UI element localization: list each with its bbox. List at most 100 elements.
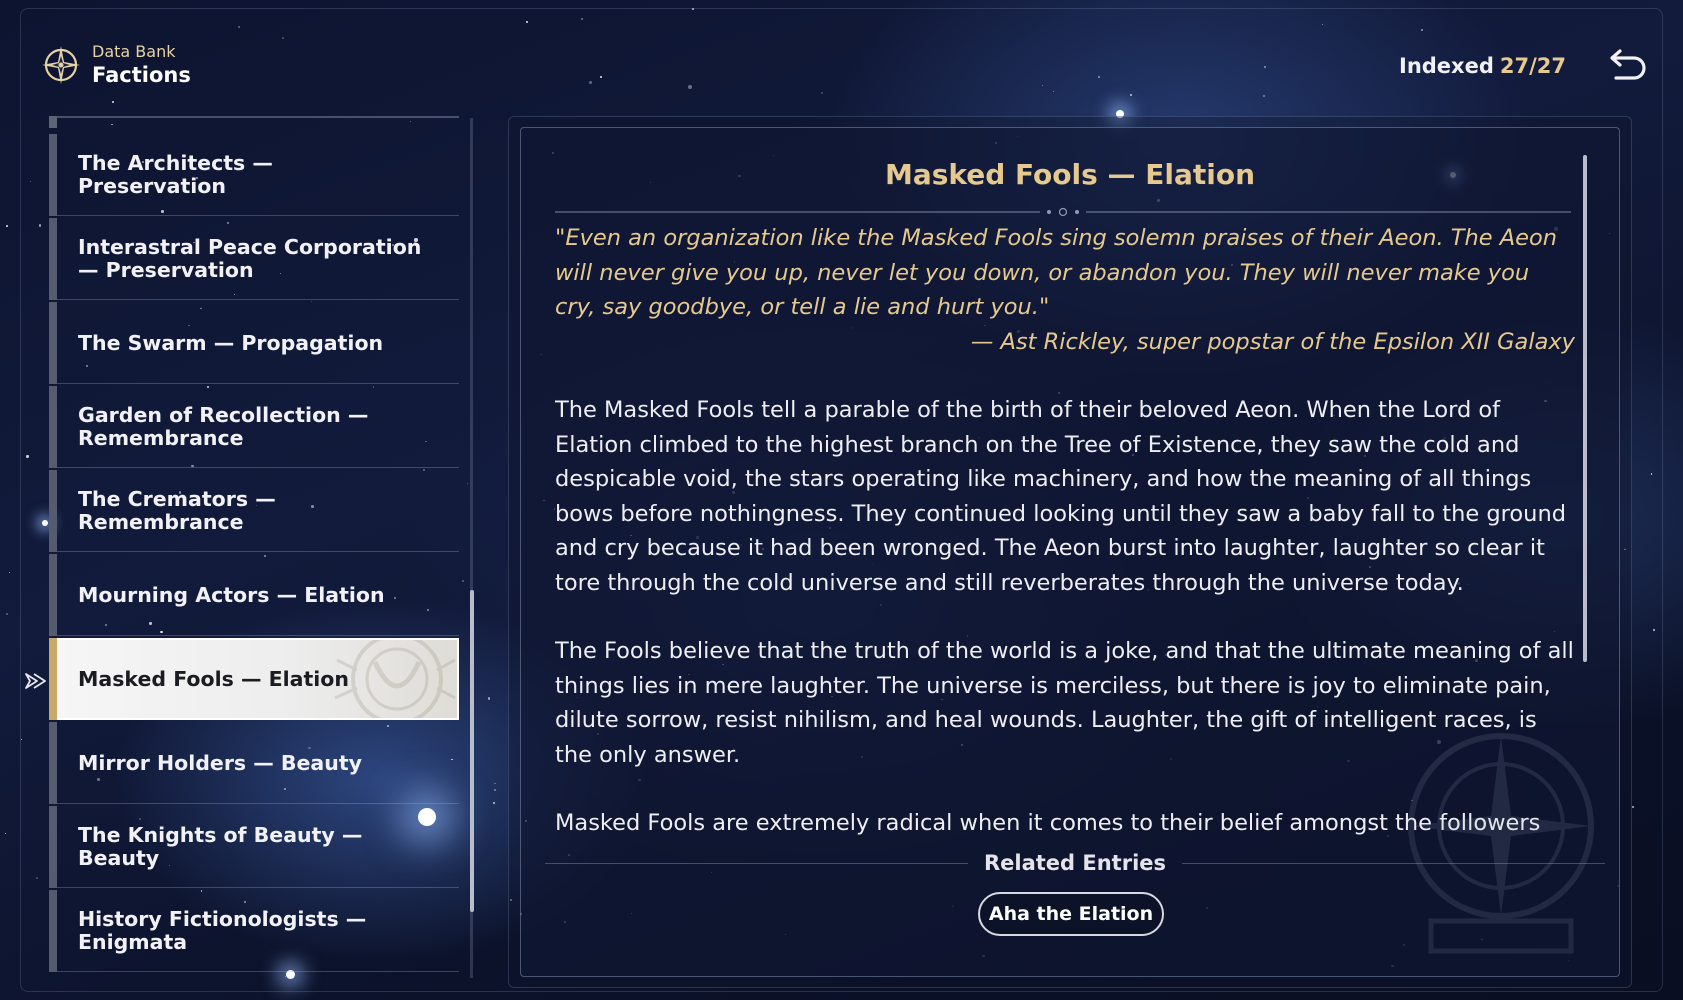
star bbox=[820, 92, 823, 95]
list-item-swarm[interactable]: The Swarm — Propagation bbox=[49, 302, 459, 384]
list-item-label: Mirror Holders — Beauty bbox=[78, 750, 363, 775]
faction-list[interactable]: The Architects — Preservation Interastra… bbox=[49, 116, 459, 978]
list-item-label: The Knights of Beauty — Beauty bbox=[78, 823, 363, 870]
header-subtitle: Data Bank bbox=[92, 42, 176, 61]
detail-quote: "Even an organization like the Masked Fo… bbox=[555, 225, 1558, 320]
list-scrollbar-thumb[interactable] bbox=[470, 590, 474, 912]
star bbox=[493, 801, 496, 804]
list-item-label: Garden of Recollection — Remembrance bbox=[78, 403, 369, 450]
list-item-knights-of-beauty[interactable]: The Knights of Beauty — Beauty bbox=[49, 806, 459, 888]
star bbox=[1653, 628, 1655, 631]
divider bbox=[1182, 862, 1606, 864]
detail-title: Masked Fools — Elation bbox=[884, 158, 1256, 191]
return-arrow-icon[interactable] bbox=[1606, 48, 1648, 88]
star bbox=[21, 738, 23, 741]
star bbox=[494, 782, 496, 784]
item-marker bbox=[49, 386, 57, 468]
compass-star-icon bbox=[42, 46, 80, 84]
list-item-architects[interactable]: The Architects — Preservation bbox=[49, 134, 459, 216]
divider bbox=[57, 215, 459, 216]
list-item-mourning-actors[interactable]: Mourning Actors — Elation bbox=[49, 554, 459, 636]
star bbox=[525, 21, 528, 24]
star bbox=[5, 225, 8, 227]
list-item-garden-of-recollection[interactable]: Garden of Recollection — Remembrance bbox=[49, 386, 459, 468]
star bbox=[692, 8, 695, 11]
divider bbox=[57, 887, 459, 888]
star bbox=[6, 613, 8, 616]
divider bbox=[57, 467, 459, 468]
detail-panel: Masked Fools — Elation "Even an organiza… bbox=[520, 127, 1620, 977]
list-item-interastral-peace-corporation[interactable]: Interastral Peace Corporation — Preserva… bbox=[49, 218, 459, 300]
list-item-mirror-holders[interactable]: Mirror Holders — Beauty bbox=[49, 722, 459, 804]
star bbox=[4, 833, 7, 835]
indexed-label: Indexed bbox=[1399, 54, 1494, 78]
item-marker bbox=[49, 302, 57, 384]
star bbox=[30, 180, 32, 182]
detail-paragraph: The Masked Fools tell a parable of the b… bbox=[555, 397, 1566, 596]
list-top-cap bbox=[49, 116, 459, 128]
page-title: Factions bbox=[92, 63, 191, 87]
selection-arrow-icon bbox=[25, 673, 46, 689]
star bbox=[1052, 90, 1055, 93]
list-item-label: The Architects — Preservation bbox=[78, 151, 273, 198]
list-item-cremators[interactable]: The Cremators — Remembrance bbox=[49, 470, 459, 552]
item-marker bbox=[49, 722, 57, 804]
divider bbox=[57, 299, 459, 300]
ornamental-divider bbox=[555, 207, 1571, 217]
star bbox=[461, 579, 464, 582]
star bbox=[588, 80, 592, 84]
indexed-counter: Indexed 27/27 bbox=[1399, 54, 1566, 78]
star bbox=[1421, 28, 1424, 31]
star bbox=[38, 224, 42, 227]
star bbox=[35, 877, 38, 880]
divider bbox=[57, 803, 459, 804]
star bbox=[238, 26, 240, 29]
item-marker bbox=[49, 638, 57, 720]
star bbox=[1042, 85, 1044, 87]
star bbox=[281, 37, 284, 40]
star bbox=[688, 85, 693, 90]
detail-paragraph: The Fools believe that the truth of the … bbox=[555, 638, 1574, 768]
list-item-history-fictionologists[interactable]: History Fictionologists — Enigmata bbox=[49, 890, 459, 972]
star bbox=[600, 76, 602, 78]
star bbox=[466, 483, 468, 485]
star bbox=[1262, 94, 1266, 98]
star bbox=[1130, 94, 1132, 97]
item-marker bbox=[49, 806, 57, 888]
related-entries-header: Related Entries bbox=[545, 848, 1606, 878]
item-marker bbox=[49, 890, 57, 972]
list-item-label: The Swarm — Propagation bbox=[78, 330, 384, 355]
star bbox=[8, 571, 10, 573]
star bbox=[1632, 806, 1634, 808]
star bbox=[26, 455, 29, 458]
divider bbox=[57, 971, 459, 972]
star bbox=[1264, 66, 1267, 68]
star bbox=[581, 18, 584, 21]
star-glow bbox=[42, 520, 48, 526]
list-item-label: Mourning Actors — Elation bbox=[78, 582, 385, 607]
detail-scrollbar-thumb[interactable] bbox=[1583, 155, 1587, 662]
star bbox=[494, 789, 497, 792]
elation-mask-icon bbox=[334, 640, 456, 718]
star bbox=[488, 697, 491, 700]
list-item-label: The Cremators — Remembrance bbox=[78, 487, 276, 534]
item-marker bbox=[49, 134, 57, 216]
item-marker bbox=[49, 218, 57, 300]
star bbox=[1321, 24, 1323, 26]
star bbox=[1097, 75, 1101, 78]
indexed-count: 27/27 bbox=[1499, 54, 1566, 78]
divider bbox=[57, 383, 459, 384]
item-marker bbox=[49, 470, 57, 552]
page-header: Data Bank Factions bbox=[40, 42, 191, 88]
divider bbox=[545, 862, 968, 864]
list-item-masked-fools[interactable]: Masked Fools — Elation bbox=[49, 638, 459, 720]
list-item-label: History Fictionologists — Enigmata bbox=[78, 907, 367, 954]
list-item-label: Interastral Peace Corporation — Preserva… bbox=[78, 235, 422, 282]
divider bbox=[57, 635, 459, 636]
star bbox=[1650, 473, 1653, 475]
item-marker bbox=[49, 554, 57, 636]
detail-paragraph: Masked Fools are extremely radical when … bbox=[555, 810, 1541, 836]
star bbox=[112, 101, 114, 103]
related-entries-title: Related Entries bbox=[983, 851, 1167, 875]
related-entry-button[interactable]: Aha the Elation bbox=[978, 892, 1164, 936]
